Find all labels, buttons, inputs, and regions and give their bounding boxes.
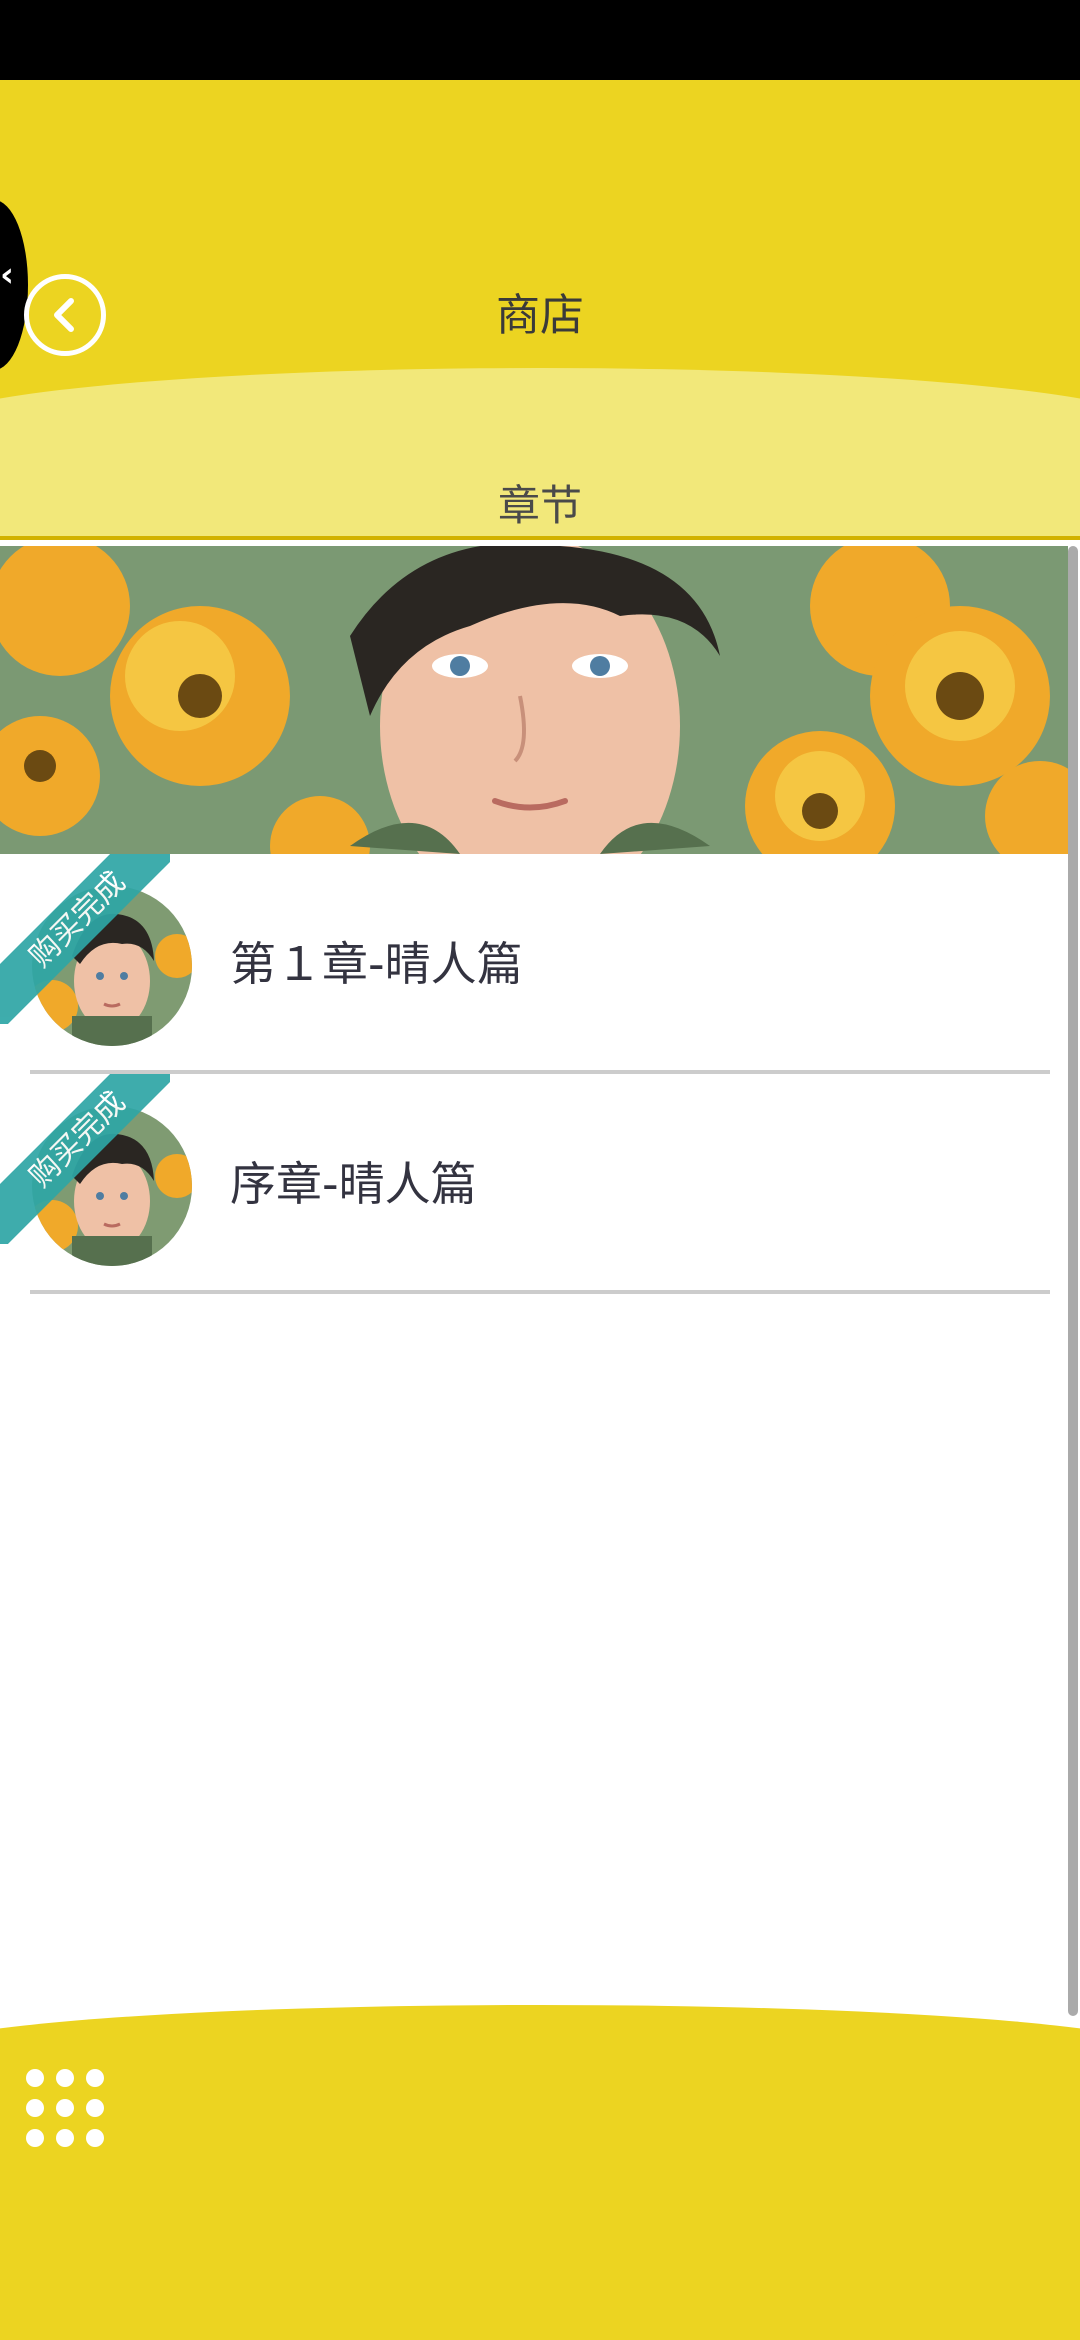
chapter-title: 序章-晴人篇 [230, 1157, 477, 1211]
purchased-badge: 购买完成 [0, 854, 170, 1024]
purchased-badge-label: 购买完成 [0, 854, 170, 1024]
page-title: 商店 [496, 290, 584, 341]
divider [30, 1290, 1050, 1294]
menu-button[interactable] [24, 2067, 106, 2149]
tab-chapters[interactable]: 章节 [0, 478, 1080, 534]
list-item[interactable]: 购买完成 序章-晴人篇 [0, 1074, 1068, 1294]
chapter-list: 购买完成 第１章-晴人篇 购买完成 序章-晴人篇 [0, 854, 1068, 1294]
purchased-badge-label: 购买完成 [0, 1074, 170, 1244]
purchased-badge: 购买完成 [0, 1074, 170, 1244]
scrollbar[interactable] [1068, 546, 1078, 2016]
banner-image [0, 546, 1068, 854]
bottom-bar [0, 2005, 1080, 2340]
header-divider [0, 536, 1080, 540]
bottom-bar-shape [0, 2005, 1080, 2340]
status-bar [0, 0, 1080, 80]
chapter-title: 第１章-晴人篇 [230, 937, 523, 991]
list-item[interactable]: 购买完成 第１章-晴人篇 [0, 854, 1068, 1074]
